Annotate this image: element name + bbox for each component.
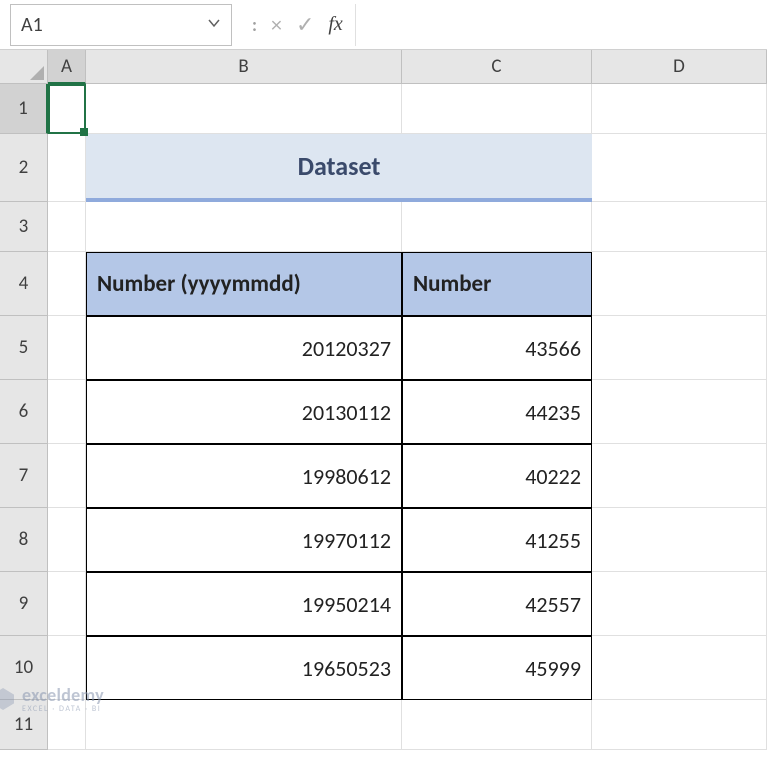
cell[interactable] [592, 252, 767, 316]
row-header-9[interactable]: 9 [0, 572, 48, 636]
table-cell-yyyymmdd[interactable]: 20120327 [86, 316, 402, 380]
cell[interactable] [48, 84, 86, 134]
dataset-title[interactable]: Dataset [86, 134, 592, 202]
column-header-c[interactable]: C [402, 50, 592, 84]
table-cell-number[interactable]: 41255 [402, 508, 592, 572]
row-header-4[interactable]: 4 [0, 252, 48, 316]
cell[interactable] [402, 84, 592, 134]
name-box: A1 [21, 13, 207, 37]
row-header-1[interactable]: 1 [0, 84, 48, 134]
cell[interactable] [402, 202, 592, 252]
table-cell-number[interactable]: 40222 [402, 444, 592, 508]
table-header-number[interactable]: Number [402, 252, 592, 316]
cell[interactable] [592, 444, 767, 508]
table-cell-yyyymmdd[interactable]: 19950214 [86, 572, 402, 636]
table-cell-number[interactable]: 44235 [402, 380, 592, 444]
cell[interactable] [592, 508, 767, 572]
cell[interactable] [592, 700, 767, 750]
watermark-text: exceldemyEXCEL · DATA · BI [22, 684, 104, 714]
name-box-wrap[interactable]: A1 [10, 4, 232, 46]
cell[interactable] [86, 84, 402, 134]
row-headers: 1234567891011 [0, 84, 48, 750]
column-header-b[interactable]: B [86, 50, 402, 84]
table-cell-number[interactable]: 43566 [402, 316, 592, 380]
cell[interactable] [592, 636, 767, 700]
chevron-down-icon[interactable] [207, 16, 221, 34]
row-header-6[interactable]: 6 [0, 380, 48, 444]
cell[interactable] [592, 380, 767, 444]
column-header-d[interactable]: D [592, 50, 767, 84]
cell[interactable] [592, 316, 767, 380]
table-cell-yyyymmdd[interactable]: 19650523 [86, 636, 402, 700]
table-cell-number[interactable]: 45999 [402, 636, 592, 700]
table-cell-yyyymmdd[interactable]: 19970112 [86, 508, 402, 572]
row-header-3[interactable]: 3 [0, 202, 48, 252]
row-header-8[interactable]: 8 [0, 508, 48, 572]
logo-icon [0, 688, 14, 710]
column-headers: ABCD [48, 50, 767, 84]
table-cell-yyyymmdd[interactable]: 20130112 [86, 380, 402, 444]
row-header-7[interactable]: 7 [0, 444, 48, 508]
cell[interactable] [48, 444, 86, 508]
formula-bar: A1 : × ✓ fx [0, 0, 767, 50]
cell[interactable] [48, 316, 86, 380]
cell[interactable] [592, 134, 767, 202]
cell[interactable] [592, 84, 767, 134]
cancel-icon[interactable]: × [271, 11, 282, 38]
cell[interactable] [48, 380, 86, 444]
cell[interactable] [592, 572, 767, 636]
cell[interactable] [402, 700, 592, 750]
cell[interactable] [48, 134, 86, 202]
cell[interactable] [48, 572, 86, 636]
watermark: exceldemyEXCEL · DATA · BI [0, 684, 104, 714]
select-all-corner[interactable] [0, 50, 48, 84]
fx-icon[interactable]: fx [328, 13, 342, 36]
formula-input[interactable] [356, 4, 767, 46]
table-cell-number[interactable]: 42557 [402, 572, 592, 636]
table-cell-yyyymmdd[interactable]: 19980612 [86, 444, 402, 508]
separator-icon: : [252, 14, 257, 36]
enter-icon[interactable]: ✓ [296, 11, 314, 38]
cell[interactable] [48, 252, 86, 316]
column-header-a[interactable]: A [48, 50, 86, 84]
cell[interactable] [48, 202, 86, 252]
cell[interactable] [86, 700, 402, 750]
row-header-2[interactable]: 2 [0, 134, 48, 202]
cell[interactable] [48, 508, 86, 572]
cell[interactable] [592, 202, 767, 252]
cell[interactable] [86, 202, 402, 252]
row-header-5[interactable]: 5 [0, 316, 48, 380]
formula-controls: : × ✓ fx [240, 4, 356, 46]
table-header-yyyymmdd[interactable]: Number (yyyymmdd) [86, 252, 402, 316]
